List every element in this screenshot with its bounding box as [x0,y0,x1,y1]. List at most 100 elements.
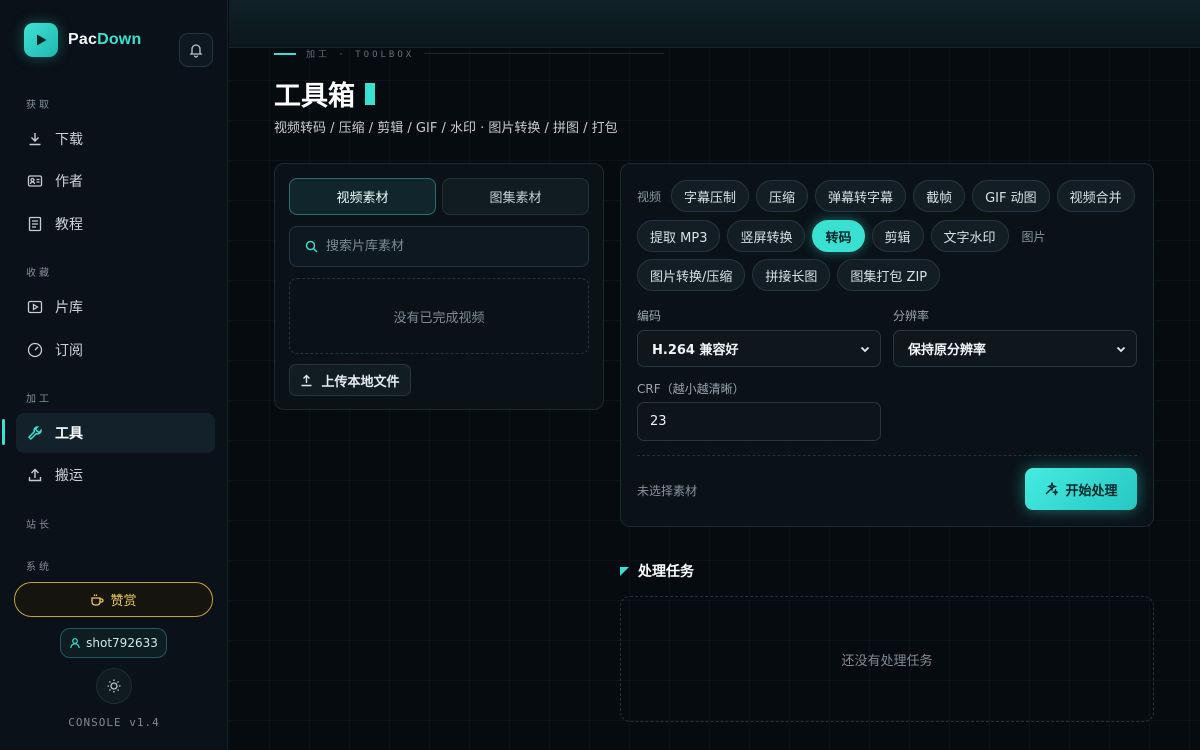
resolution-label: 分辨率 [893,309,930,323]
donate-label: 赞赏 [110,594,137,609]
book-icon [26,215,44,233]
codec-value: H.264 兼容好 [652,343,739,358]
brand[interactable]: PacDown [24,23,141,57]
page-kicker: 加工 · TOOLBOX [274,47,665,60]
brand-name-suffix: Down [97,31,142,48]
divider [637,455,1137,456]
chevron-down-icon [860,346,870,353]
tool-transcode[interactable]: 转码 [812,220,865,252]
tool-image-convert[interactable]: 图片转换/压缩 [637,259,746,291]
notification-button[interactable] [179,33,213,67]
sidebar-item-download[interactable]: 下载 [16,119,215,159]
tool-gallery-zip[interactable]: 图集打包 ZIP [837,259,941,291]
page-subtitle: 视频转码 / 压缩 / 剪辑 / GIF / 水印 · 图片转换 / 拼图 / … [274,121,618,136]
sidebar-item-author[interactable]: 作者 [16,161,215,201]
chevron-down-icon [1116,346,1126,353]
upload-icon [26,466,44,484]
tool-extract-mp3[interactable]: 提取 MP3 [637,220,721,252]
tool-long-image-stitch[interactable]: 拼接长图 [752,259,831,291]
tools-panel: 视频 字幕压制 压缩 弹幕转字幕 截帧 GIF 动图 视频合并 提取 MP3 竖… [620,163,1154,527]
tool-frame-capture[interactable]: 截帧 [913,180,966,212]
main-content: 加工 · TOOLBOX 工具箱 视频转码 / 压缩 / 剪辑 / GIF / … [229,0,1200,750]
top-banner [229,0,1200,48]
play-box-icon [26,298,44,316]
coffee-icon [91,594,105,606]
codec-select[interactable]: H.264 兼容好 [637,330,881,367]
empty-video-list: 没有已完成视频 [289,278,589,354]
section-label-fetch: 获取 [26,100,52,111]
tab-video-materials[interactable]: 视频素材 [289,178,436,215]
image-tools-label: 图片 [1021,229,1046,244]
download-icon [26,130,44,148]
upload-icon [301,374,312,386]
username: shot792633 [86,636,158,650]
tool-danmaku-to-subtitle[interactable]: 弹幕转字幕 [815,180,907,212]
sidebar-item-label: 搬运 [55,468,83,484]
crf-label: CRF（越小越清晰） [637,382,745,396]
selection-status: 未选择素材 [637,484,698,498]
materials-panel: 视频素材 图集素材 没有已完成视频 上传本地文件 [274,163,604,410]
search-box [289,226,589,267]
sidebar-item-tutorial[interactable]: 教程 [16,204,215,244]
active-indicator [2,419,5,445]
upload-label: 上传本地文件 [321,374,400,390]
section-label-site: 站长 [26,520,52,531]
sidebar-item-label: 工具 [55,426,83,442]
user-icon [70,638,80,649]
sidebar-item-label: 片库 [55,300,83,316]
section-label-collect: 收藏 [26,268,52,279]
crf-input[interactable] [637,402,881,441]
sidebar: PacDown 获取 下载 作者 教程 收藏 片库 订阅 加工 工具 搬运 站长… [0,0,228,750]
tasks-title: 处理任务 [638,564,694,580]
id-card-icon [26,172,44,190]
tasks-heading: 处理任务 [620,561,694,581]
user-chip[interactable]: shot792633 [60,628,167,658]
brand-name-prefix: Pac [68,31,98,48]
tool-vertical-convert[interactable]: 竖屏转换 [727,220,806,252]
search-input[interactable] [326,239,576,254]
tool-video-merge[interactable]: 视频合并 [1056,180,1135,212]
kicker-text: 加工 · TOOLBOX [306,50,415,60]
tool-gif[interactable]: GIF 动图 [972,180,1050,212]
start-label: 开始处理 [1065,483,1118,499]
page-title: 工具箱 [274,74,375,113]
section-label-system: 系统 [26,562,52,573]
gauge-icon [26,341,44,359]
video-tools-label: 视频 [637,189,662,204]
resolution-value: 保持原分辨率 [908,343,987,358]
section-label-process: 加工 [26,394,52,405]
tab-image-materials[interactable]: 图集素材 [442,178,589,215]
upload-local-file-button[interactable]: 上传本地文件 [289,364,411,396]
bell-icon [189,44,203,58]
sidebar-item-tools[interactable]: 工具 [16,413,215,453]
sidebar-item-label: 订阅 [55,343,83,359]
tool-row-2: 提取 MP3 竖屏转换 转码 剪辑 文字水印 图片 [637,220,1056,252]
version-label: CONSOLE v1.4 [68,716,160,729]
logo-play-icon [24,23,58,57]
sidebar-item-label: 作者 [55,174,83,190]
codec-label: 编码 [637,309,662,323]
sun-icon [107,679,121,693]
tool-row-1: 视频 字幕压制 压缩 弹幕转字幕 截帧 GIF 动图 视频合并 [637,180,1142,212]
sidebar-item-transfer[interactable]: 搬运 [16,455,215,495]
start-processing-button[interactable]: 开始处理 [1025,468,1137,510]
tool-subtitle-burn[interactable]: 字幕压制 [671,180,750,212]
sidebar-item-subscribe[interactable]: 订阅 [16,330,215,370]
tool-row-3: 图片转换/压缩 拼接长图 图集打包 ZIP [637,259,947,291]
title-accent-mark [365,82,375,105]
search-icon [305,240,318,253]
page-title-text: 工具箱 [274,81,355,112]
tasks-empty-state: 还没有处理任务 [620,596,1154,722]
sidebar-item-library[interactable]: 片库 [16,287,215,327]
kicker-rule [424,53,665,54]
brand-name: PacDown [68,31,141,49]
resolution-select[interactable]: 保持原分辨率 [893,330,1137,367]
wrench-icon [26,424,44,442]
tool-text-watermark[interactable]: 文字水印 [930,220,1009,252]
sidebar-item-label: 教程 [55,217,83,233]
tool-clip[interactable]: 剪辑 [871,220,924,252]
kicker-line [274,52,296,55]
theme-toggle-button[interactable] [96,668,132,704]
tool-compress[interactable]: 压缩 [756,180,809,212]
donate-button[interactable]: 赞赏 [14,582,213,617]
